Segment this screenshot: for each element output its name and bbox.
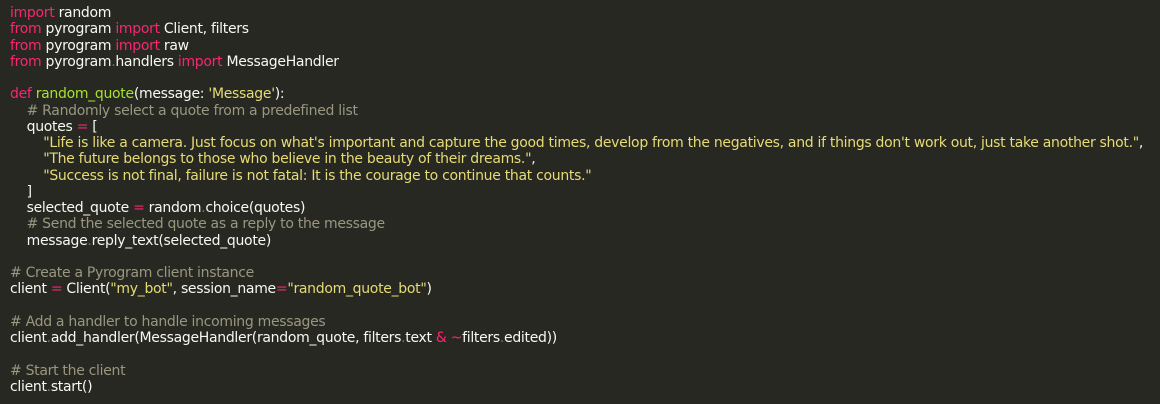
code-editor[interactable]: import random from pyrogram import Client… xyxy=(0,0,1160,404)
code-token-plain: ) xyxy=(426,281,432,298)
code-token-plain: client xyxy=(10,330,47,346)
code-token-plain: selected_quote xyxy=(10,200,134,216)
code-token-plain: start() xyxy=(50,378,93,395)
code-token-plain: add_handler(MessageHandler(random_quote,… xyxy=(50,330,402,346)
code-token-plain: , xyxy=(531,151,536,168)
code-token-op: = xyxy=(76,118,89,135)
code-token-plain: MessageHandler xyxy=(222,53,339,70)
code-token-op: & xyxy=(435,330,447,346)
code-token-plain: reply_text(selected_quote) xyxy=(91,232,272,249)
code-line: client = Client("my_bot", session_name="… xyxy=(10,281,1150,297)
code-line: # Start the client xyxy=(10,363,1150,379)
code-line: from pyrogram.handlers import MessageHan… xyxy=(10,54,1150,70)
code-token-plain: ): xyxy=(274,86,285,103)
code-token-func: random_quote xyxy=(35,86,134,103)
code-token-keyword: import xyxy=(115,37,160,54)
code-token-plain: quotes xyxy=(10,118,77,135)
code-line: from pyrogram import Client, filters xyxy=(10,21,1150,37)
code-line: import random xyxy=(10,5,1150,21)
code-token-plain: random xyxy=(54,5,112,21)
code-token-string: "The future belongs to those who believe… xyxy=(43,151,532,168)
code-token-string: "my_bot" xyxy=(110,281,173,298)
code-token-keyword: from xyxy=(10,53,42,70)
code-line: client.add_handler(MessageHandler(random… xyxy=(10,330,1150,346)
code-token-plain: pyrogram xyxy=(41,21,116,38)
code-line: "The future belongs to those who believe… xyxy=(10,151,1150,167)
code-line: def random_quote(message: 'Message'): xyxy=(10,86,1150,102)
code-token-plain: handlers xyxy=(115,53,178,70)
code-token-comment: # Start the client xyxy=(10,362,126,379)
code-token-plain: , session_name xyxy=(172,281,277,298)
code-token-plain: (message: xyxy=(133,86,209,103)
code-token-keyword: from xyxy=(10,21,42,38)
code-line: ] xyxy=(10,184,1150,200)
code-line: "Life is like a camera. Just focus on wh… xyxy=(10,135,1150,151)
code-token-comment: # Create a Pyrogram client instance xyxy=(10,265,254,281)
code-token-string: "random_quote_bot" xyxy=(287,281,427,298)
code-token-keyword: import xyxy=(10,5,55,21)
code-token-plain: ] xyxy=(10,183,32,200)
code-token-plain: edited)) xyxy=(504,330,557,346)
code-line: client.start() xyxy=(10,379,1150,395)
code-token-plain: text xyxy=(405,330,436,346)
code-token-string: "Life is like a camera. Just focus on wh… xyxy=(43,135,1139,151)
code-token-string: "Success is not final, failure is not fa… xyxy=(43,167,592,184)
code-token-plain: client xyxy=(10,281,51,298)
code-token-op: ~ xyxy=(450,330,463,346)
code-line: # Send the selected quote as a reply to … xyxy=(10,216,1150,232)
code-line: # Add a handler to handle incoming messa… xyxy=(10,314,1150,330)
code-token-keyword: from xyxy=(10,37,42,54)
code-line: selected_quote = random.choice(quotes) xyxy=(10,200,1150,216)
code-token-plain: filters xyxy=(462,330,500,346)
code-line: # Randomly select a quote from a predefi… xyxy=(10,103,1150,119)
code-line: quotes = [ xyxy=(10,119,1150,135)
code-token-keyword: import xyxy=(177,53,223,70)
code-token-plain: client xyxy=(10,378,47,395)
code-token-comment: # Add a handler to handle incoming messa… xyxy=(10,313,326,330)
code-token-plain: choice(quotes) xyxy=(205,200,306,216)
code-token-op: = xyxy=(275,281,288,298)
code-token-plain: Client, filters xyxy=(159,21,249,38)
code-token-plain: raw xyxy=(159,37,189,54)
code-token-plain: [ xyxy=(88,118,98,135)
code-token-comment: # Randomly select a quote from a predefi… xyxy=(10,102,358,119)
code-line: message.reply_text(selected_quote) xyxy=(10,233,1150,249)
code-line: "Success is not final, failure is not fa… xyxy=(10,168,1150,184)
code-token-plain: message xyxy=(10,232,88,249)
code-line: # Create a Pyrogram client instance xyxy=(10,265,1150,281)
code-token-plain: pyrogram xyxy=(41,37,116,54)
code-token-op: = xyxy=(50,281,63,298)
code-token-string: 'Message' xyxy=(208,86,275,103)
code-token-keyword: import xyxy=(115,21,160,38)
code-token-plain: Client( xyxy=(62,281,111,298)
code-token-keyword: def xyxy=(10,86,32,103)
code-token-comment: # Send the selected quote as a reply to … xyxy=(10,216,386,233)
code-token-plain: , xyxy=(1138,135,1144,151)
code-token-plain: pyrogram xyxy=(41,53,112,70)
code-line: from pyrogram import raw xyxy=(10,38,1150,54)
code-token-plain: random xyxy=(144,200,202,216)
code-token-op: = xyxy=(133,200,145,216)
